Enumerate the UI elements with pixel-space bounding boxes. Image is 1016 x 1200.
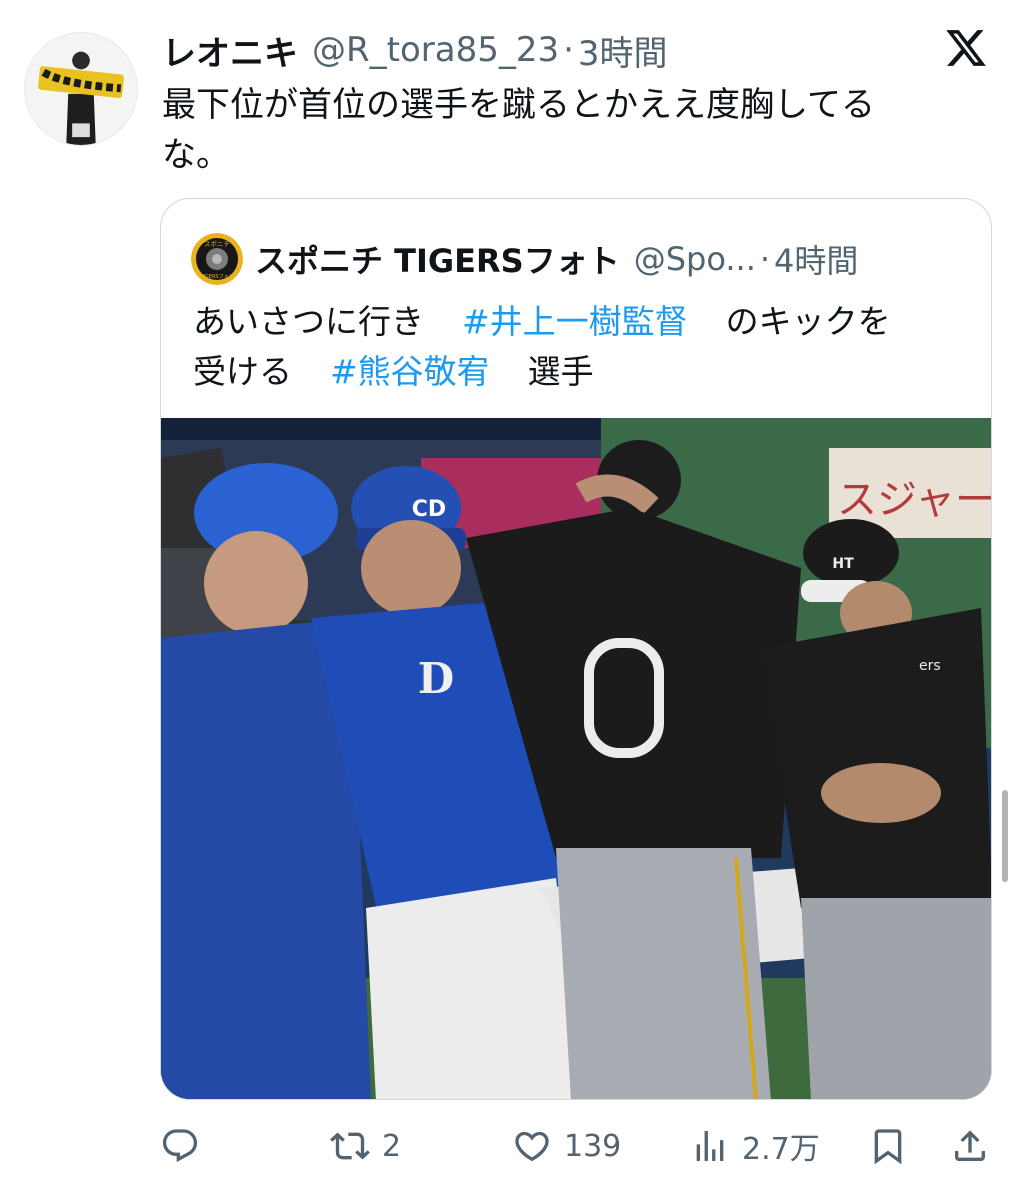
tweet-text: 最下位が首位の選手を蹴るとかええ度胸してる な。 <box>162 80 942 180</box>
shirt-text: ers <box>919 658 941 674</box>
x-logo-icon <box>944 26 988 70</box>
bookmark-button[interactable] <box>868 1118 908 1174</box>
jersey-logo: D <box>418 654 454 703</box>
quoted-text-segment: 受ける <box>193 352 292 391</box>
stadium-sign-text: スジャータ <box>837 477 992 523</box>
quoted-handle[interactable]: @Spo... <box>634 240 756 278</box>
quoted-text-segment: あいさつに行き <box>193 302 424 341</box>
tweet-timestamp[interactable]: 3時間 <box>578 26 668 75</box>
quoted-text-segment: のキックを <box>725 302 891 341</box>
back-number: 0 <box>593 654 654 757</box>
retweet-icon <box>330 1126 370 1166</box>
header-separator: · <box>563 30 574 70</box>
share-icon <box>950 1126 990 1166</box>
quoted-header-separator: · <box>759 240 771 278</box>
avatar-text-top: スポニチ <box>204 240 230 248</box>
views-icon <box>690 1126 730 1166</box>
hashtag-link[interactable]: #井上一樹監督 <box>462 302 688 341</box>
cap-logo-right: HT <box>832 556 854 572</box>
quoted-timestamp[interactable]: 4時間 <box>774 236 858 282</box>
quoted-tweet-text: あいさつに行き #井上一樹監督 のキックを 受ける #熊谷敬宥 選手 <box>193 297 973 397</box>
views-button[interactable]: 2.7万 <box>690 1118 820 1174</box>
avatar-image <box>25 33 137 145</box>
retweet-count: 2 <box>382 1128 402 1164</box>
like-count: 139 <box>564 1128 622 1164</box>
scrollbar[interactable] <box>1002 790 1008 882</box>
quoted-tweet[interactable]: スポニチ TIGERSフォト スポニチ TIGERSフォト @Spo... · … <box>160 198 992 1100</box>
quoted-display-name[interactable]: スポニチ TIGERSフォト <box>255 236 620 282</box>
hashtag-link[interactable]: #熊谷敬宥 <box>330 352 490 391</box>
reply-icon <box>160 1126 200 1166</box>
bookmark-icon <box>868 1126 908 1166</box>
heart-icon <box>512 1126 552 1166</box>
retweet-button[interactable]: 2 <box>330 1118 401 1174</box>
like-button[interactable]: 139 <box>512 1118 621 1174</box>
baseball-photo: スジャータ CD D 99 <box>161 418 992 1099</box>
cap-logo-left: CD <box>412 497 446 522</box>
tweet-text-line: な。 <box>162 135 230 175</box>
avatar-text-bottom: TIGERSフォト <box>199 274 233 280</box>
views-count: 2.7万 <box>742 1132 820 1167</box>
action-bar: 2 139 2.7万 <box>160 1118 992 1174</box>
tweet-card[interactable]: レオニキ @R_tora85_23 · 3時間 最下位が首位の選手を蹴るとかええ… <box>0 0 1016 1200</box>
author-handle[interactable]: @R_tora85_23 <box>312 30 559 70</box>
share-button[interactable] <box>950 1118 990 1174</box>
quoted-tweet-header: スポニチ TIGERSフォト スポニチ TIGERSフォト @Spo... · … <box>191 233 858 285</box>
quoted-author-avatar[interactable]: スポニチ TIGERSフォト <box>191 233 243 285</box>
author-avatar[interactable] <box>24 32 138 146</box>
author-display-name[interactable]: レオニキ <box>162 26 298 75</box>
quoted-text-segment: 選手 <box>527 352 594 391</box>
quoted-tweet-photo[interactable]: スジャータ CD D 99 <box>161 418 992 1099</box>
tweet-text-line: 最下位が首位の選手を蹴るとかええ度胸してる <box>162 85 875 125</box>
reply-button[interactable] <box>160 1118 212 1174</box>
author-header: レオニキ @R_tora85_23 · 3時間 <box>162 26 668 74</box>
